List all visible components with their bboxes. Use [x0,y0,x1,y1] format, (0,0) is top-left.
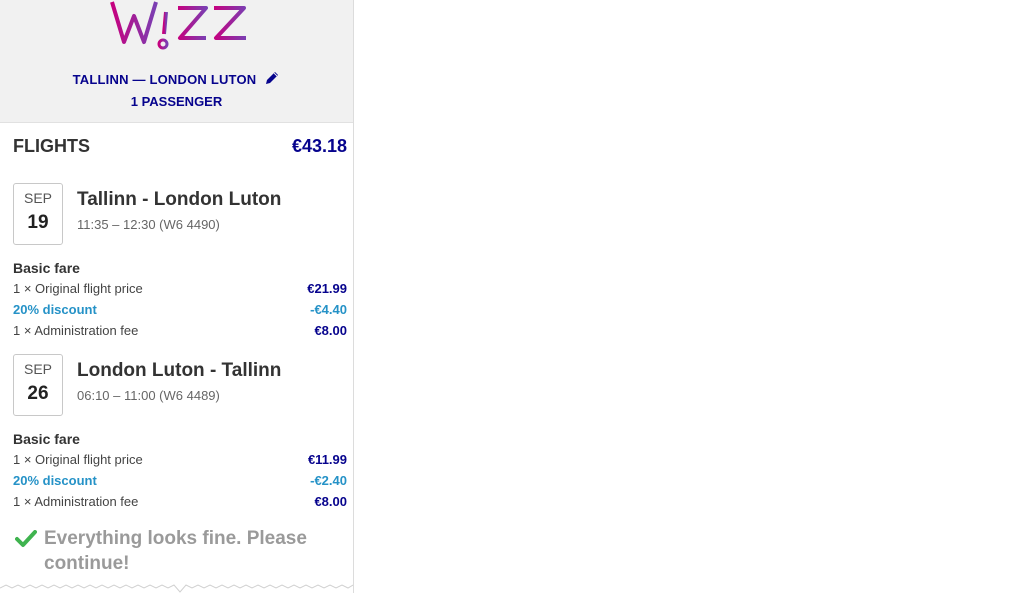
date-badge: SEP 26 [13,354,63,416]
price-label: 1 × Original flight price [13,281,143,296]
price-value: €11.99 [307,452,347,467]
discount-value: -€2.40 [310,473,347,488]
flight-time: 11:35 – 12:30 (W6 4490) [77,217,220,232]
fee-label: 1 × Administration fee [13,494,139,509]
booking-summary-panel: TALLINN — LONDON LUTON 1 PASSENGER FLIGH… [0,0,354,593]
wizz-logo[interactable] [106,0,256,58]
torn-edge-divider [0,584,353,593]
flight-time: 06:10 – 11:00 (W6 4489) [77,388,220,403]
fee-value: €8.00 [314,323,347,338]
date-day: 19 [27,212,49,233]
discount-label: 20% discount [13,302,97,317]
date-month: SEP [23,361,52,377]
flight-route: Tallinn - London Luton [77,189,282,210]
flight-route: London Luton - Tallinn [77,360,282,381]
discount-value: -€4.40 [310,302,347,317]
fee-label: 1 × Administration fee [13,323,139,338]
checkmark-icon [15,530,37,547]
date-month: SEP [23,190,52,206]
price-label: 1 × Original flight price [13,452,143,467]
fare-type: Basic fare [13,431,80,447]
date-badge: SEP 19 [13,183,63,245]
fee-value: €8.00 [314,494,347,509]
discount-label: 20% discount [13,473,97,488]
route-label: TALLINN — LONDON LUTON [72,72,257,87]
flights-total-price: €43.18 [291,136,347,156]
fare-type: Basic fare [13,260,80,276]
summary-header: TALLINN — LONDON LUTON 1 PASSENGER [0,0,353,123]
price-value: €21.99 [307,281,347,296]
route-summary: TALLINN — LONDON LUTON 1 PASSENGER [0,70,353,109]
status-text: Everything looks fine. Please continue! [44,528,307,574]
passenger-count: 1 PASSENGER [130,94,223,109]
pencil-icon[interactable] [264,70,280,86]
flights-section-title: FLIGHTS [13,136,90,156]
date-day: 26 [27,383,49,404]
route-line: TALLINN — LONDON LUTON [0,70,353,87]
